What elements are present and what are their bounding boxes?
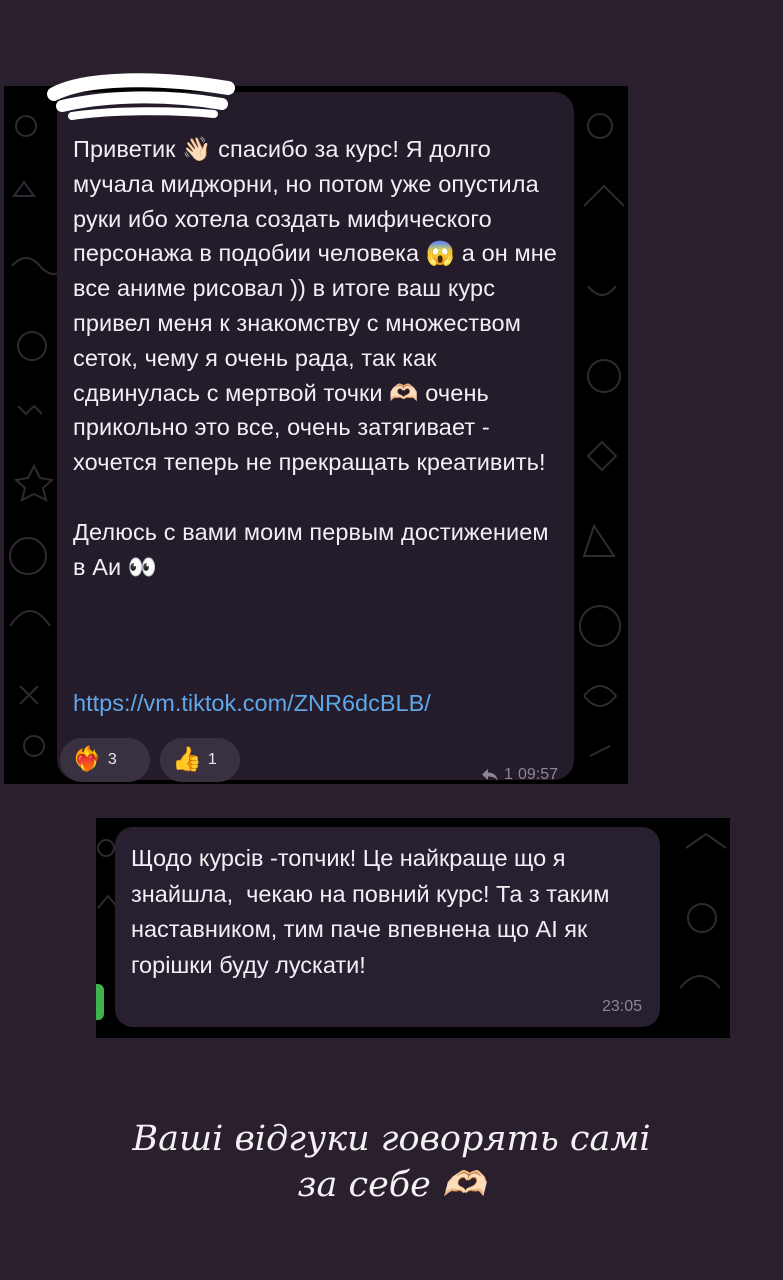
heart-on-fire-icon: ❤️‍🔥 bbox=[72, 746, 102, 773]
story-caption: Ваші відгуки говорять самі за себе 🫶🏻 bbox=[0, 1116, 783, 1208]
reaction-heart-on-fire[interactable]: ❤️‍🔥 3 bbox=[60, 738, 150, 782]
tiktok-link[interactable]: https://vm.tiktok.com/ZNR6dcBLB/ bbox=[73, 690, 431, 717]
message-text: Щодо курсів -топчик! Це найкраще що я зн… bbox=[131, 845, 616, 978]
caption-line-1: Ваші відгуки говорять самі bbox=[132, 1119, 651, 1159]
thumbs-up-icon: 👍 bbox=[172, 746, 202, 773]
chat-screenshot-2: Щодо курсів -топчик! Це найкраще що я зн… bbox=[96, 818, 730, 1038]
reply-arrow-icon[interactable] bbox=[481, 768, 499, 782]
incoming-message-bubble: Приветик 👋🏻 спасибо за курс! Я долго муч… bbox=[57, 92, 574, 783]
message-time: 09:57 bbox=[517, 766, 558, 783]
message-text: Приветик 👋🏻 спасибо за курс! Я долго муч… bbox=[73, 136, 557, 580]
message-meta: 1 09:57 bbox=[481, 766, 558, 784]
reaction-thumbs-up[interactable]: 👍 1 bbox=[160, 738, 240, 782]
sender-indicator bbox=[96, 984, 104, 1020]
message-time: 23:05 bbox=[601, 998, 642, 1015]
incoming-message-bubble: Щодо курсів -топчик! Це найкраще що я зн… bbox=[115, 827, 660, 1027]
replies-count[interactable]: 1 bbox=[504, 766, 513, 784]
chat-screenshot-1: Приветик 👋🏻 спасибо за курс! Я долго муч… bbox=[4, 86, 628, 784]
reaction-count: 1 bbox=[207, 751, 217, 768]
message-meta: 23:05 bbox=[602, 998, 642, 1016]
redaction-scribble bbox=[47, 73, 235, 120]
caption-line-2: за себе 🫶🏻 bbox=[297, 1165, 486, 1205]
reaction-count: 3 bbox=[107, 751, 117, 768]
